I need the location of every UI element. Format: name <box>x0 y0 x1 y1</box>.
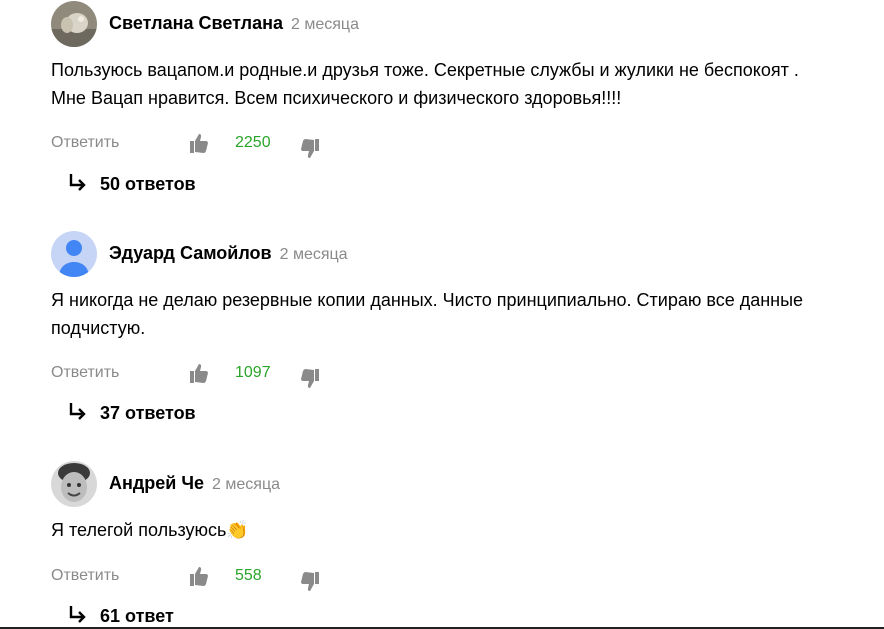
comment-text: Я никогда не делаю резервные копии данны… <box>51 290 804 338</box>
comment-date: 2 месяца <box>212 476 280 493</box>
avatar[interactable] <box>51 1 97 47</box>
replies-link[interactable]: 50 ответов <box>68 173 196 195</box>
like-count: 2250 <box>235 134 271 151</box>
reply-button[interactable]: Ответить <box>51 134 119 152</box>
reply-arrow-icon <box>69 403 86 420</box>
thumbs-down-icon[interactable] <box>299 138 321 160</box>
avatar[interactable] <box>51 461 97 507</box>
reply-button[interactable]: Ответить <box>51 364 119 382</box>
thumbs-down-icon[interactable] <box>299 368 321 390</box>
comment-actions: Ответить 558 <box>51 565 451 591</box>
comment-text: Пользуюсь вацапом.и родные.и друзья тоже… <box>51 60 799 108</box>
author-name-text[interactable]: Светлана Светлана <box>109 13 283 33</box>
author-name-text[interactable]: Андрей Че <box>109 473 204 493</box>
thumbs-down-icon[interactable] <box>299 571 321 593</box>
comment-text: Я телегой пользуюсь👏 <box>51 520 249 540</box>
like-count: 558 <box>235 567 262 584</box>
author-name[interactable]: Эдуард Самойлов 2 месяца <box>109 243 348 264</box>
comment-actions: Ответить 2250 <box>51 132 451 158</box>
reply-arrow-icon <box>69 174 86 191</box>
author-name[interactable]: Андрей Че 2 месяца <box>109 473 280 494</box>
comment-date: 2 месяца <box>291 16 359 33</box>
replies-count-label[interactable]: 50 ответов <box>100 174 196 194</box>
avatar[interactable] <box>51 231 97 277</box>
replies-link[interactable]: 61 ответ <box>68 605 174 627</box>
reply-button[interactable]: Ответить <box>51 567 119 585</box>
avatar-photo <box>51 461 97 507</box>
replies-link[interactable]: 37 ответов <box>68 402 196 424</box>
replies-count-label[interactable]: 37 ответов <box>100 403 196 423</box>
default-user-avatar-icon <box>51 231 97 277</box>
comment-date: 2 месяца <box>279 246 348 263</box>
thumbs-up-icon[interactable] <box>188 565 210 587</box>
reply-arrow-icon <box>69 606 86 623</box>
author-name-text[interactable]: Эдуард Самойлов <box>109 243 272 263</box>
like-count: 1097 <box>235 364 271 381</box>
thumbs-up-icon[interactable] <box>188 362 210 384</box>
replies-count-label[interactable]: 61 ответ <box>100 606 174 626</box>
comment-actions: Ответить 1097 <box>51 362 451 388</box>
avatar-photo <box>51 1 97 47</box>
author-name[interactable]: Светлана Светлана 2 месяца <box>109 13 359 34</box>
thumbs-up-icon[interactable] <box>188 132 210 154</box>
